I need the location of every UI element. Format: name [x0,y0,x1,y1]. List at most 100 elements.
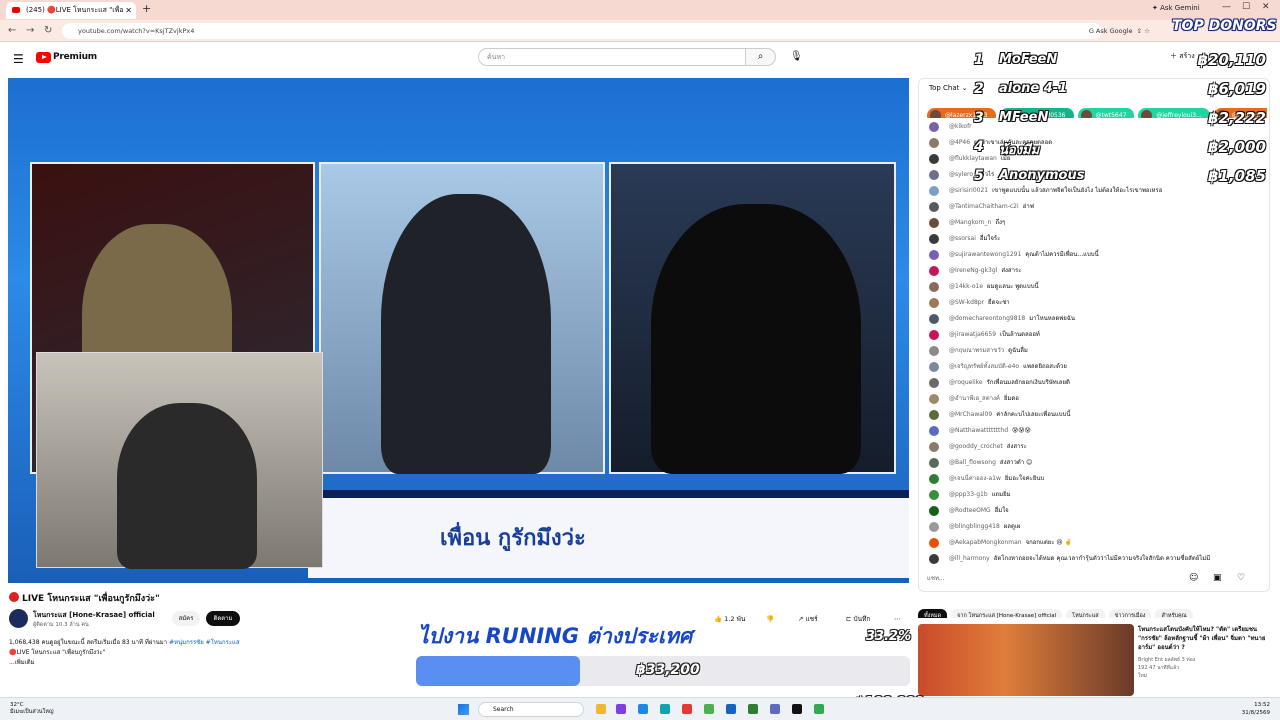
chat-message[interactable]: @Mangkorn_n ถึ่งๆ [929,217,1259,231]
chat-author[interactable]: @14kk-o1e ผมดูแลนะ พูดแบบนี้ [949,281,1039,293]
weather-widget[interactable]: 32°C มีเมฆเป็นส่วนใหญ่ [10,702,54,716]
chat-author[interactable]: @ssorsai อื่มใจร้ะ [949,233,1000,245]
chat-message[interactable]: @เจนนี่ค่าออง-a1w ยิ่มอะใจค่ะยินบ [929,473,1259,487]
chat-avatar[interactable] [929,138,939,148]
save-button[interactable]: ⊏ บันทึก [846,612,870,627]
chat-message[interactable]: @Natthawattttttthd 😰😰😰 [929,425,1259,439]
discord-icon[interactable] [770,704,780,714]
chat-avatar[interactable] [929,186,939,196]
chat-message[interactable]: @ppp33-g1b แถมยิ่ม [929,489,1259,503]
chat-avatar[interactable] [929,218,939,228]
chat-message[interactable]: @roquelike รักเพื่อนมลยักยอกเงินบริษัทเลย… [929,377,1259,391]
chat-author[interactable]: @ppp33-g1b แถมยิ่ม [949,489,1011,501]
search-input[interactable]: ค้นหา [478,48,746,66]
chat-message[interactable]: @Ball_flowsong ส่งสาวดำ 😊 [929,457,1259,471]
channel-avatar[interactable] [9,609,28,628]
edge-icon[interactable] [660,704,670,714]
chat-author[interactable]: @kikofr [949,121,976,133]
chat-avatar[interactable] [929,314,939,324]
chat-message[interactable]: @sujirawantewong1291 คุณด้าไม่ควรมีเพื่อน… [929,249,1259,263]
create-button[interactable]: ＋ สร้าง [1170,51,1195,62]
rec-chip[interactable]: ทั้งหมด [918,609,948,618]
browser-tab[interactable]: (245) 🔴LIVE โหนกระแส "เพื่อ ✕ [6,2,136,19]
chat-avatar[interactable] [929,298,939,308]
new-tab-icon[interactable]: + [142,2,151,15]
chat-author[interactable]: @กฤษณาพรมสาขวัว ดูฉันลื่ม [949,345,1028,357]
close-window-icon[interactable]: ✕ [1262,2,1270,12]
chat-message[interactable]: @กฤษณาพรมสาขวัว ดูฉันลื่ม [929,345,1259,359]
app-icon-3[interactable] [682,704,692,714]
chat-avatar[interactable] [929,122,939,132]
chat-message[interactable]: @AekapabMongkonman จกอกแต่ยะ 😢 ✌️ [929,537,1259,551]
rec-chip[interactable]: ข่าวการเมือง [1108,609,1152,618]
chat-avatar[interactable] [929,362,939,372]
chat-avatar[interactable] [929,346,939,356]
taskbar-search[interactable]: Search [478,702,584,717]
chat-message[interactable]: @SW-kd8pr ยืดจะช่า [929,297,1259,311]
rec-chip[interactable]: จาก โหนกระแส [Hone-Krasae] official [951,609,1063,618]
chat-author[interactable]: @sujirawantewong1291 คุณด้าไม่ควรมีเพื่อน… [949,249,1099,261]
chat-avatar[interactable] [929,330,939,340]
chat-author[interactable]: @อำนาพีเอ_สตางค์ ยิ่มดอ [949,393,1019,405]
chat-author[interactable]: @Natthawattttttthd 😰😰😰 [949,425,1031,437]
chat-author[interactable]: @sirisiri0021 เขาพูดแบบนั้น แล้วสภาพจิตใจ… [949,185,1162,197]
chat-message[interactable]: @IreneNg-gk3gl ส่งสาระ [929,265,1259,279]
url-field[interactable]: youtube.com/watch?v=KsjTZvjkPx4 [62,23,1102,39]
chat-avatar[interactable] [929,170,939,180]
file-explorer-icon[interactable] [596,704,606,714]
chat-avatar[interactable] [929,490,939,500]
forward-icon[interactable]: → [26,25,34,36]
chat-author[interactable]: @เจริญทรัพย์ทั้งสมบัติ-e4o แพล่ดยิถอสะด้ว… [949,361,1067,373]
chat-author[interactable]: @MrChawal09 ค่าลักคะบไปเลยะเพื่อนแบบนี้ [949,409,1071,421]
superchat-icon[interactable]: ▣ [1213,573,1222,583]
chat-avatar[interactable] [929,250,939,260]
chat-author[interactable]: @TantimaChaitham-c2i ฮ่าฟ [949,201,1034,213]
emoji-icon[interactable]: ☺ [1189,573,1198,583]
chat-author[interactable]: @gooddy_crochet ส่งสาระ [949,441,1027,453]
ask-gemini-button[interactable]: ✦ Ask Gemini [1152,4,1200,12]
chat-message[interactable]: @14kk-o1e ผมดูแลนะ พูดแบบนี้ [929,281,1259,295]
chat-avatar[interactable] [929,538,939,548]
chat-author[interactable]: @Ball_flowsong ส่งสาวดำ 😊 [949,457,1032,469]
mic-icon[interactable]: 🎙 [790,51,803,62]
menu-icon[interactable]: ☰ [13,52,24,66]
taskbar-clock[interactable]: 13:52 31/8/2569 [1242,701,1270,717]
chrome-active-icon[interactable] [814,704,824,714]
obs-icon[interactable] [792,704,802,714]
chat-author[interactable]: @sylero แล้วไร [949,169,994,181]
app-icon-5[interactable] [748,704,758,714]
rec-thumbnail[interactable] [918,624,1134,696]
channel-name[interactable]: โหนกระแส [Hone-Krasae] official [33,610,155,621]
chat-message[interactable]: @ssorsai อื่มใจร้ะ [929,233,1259,247]
chat-avatar[interactable] [929,506,939,516]
app-icon-4[interactable] [726,704,736,714]
chat-avatar[interactable] [929,426,939,436]
chat-message[interactable]: @domechareontong9818 มาโหนหลดพ่ยฉัน [929,313,1259,327]
chat-avatar[interactable] [929,410,939,420]
superchat-ticker[interactable]: @lazerzx1763 [927,108,996,118]
superchat-ticker[interactable]: @jeffreyloui3... [1138,108,1210,118]
chat-avatar[interactable] [929,474,939,484]
chat-author[interactable]: @AekapabMongkonman จกอกแต่ยะ 😢 ✌️ [949,537,1072,549]
chat-message[interactable]: @RodteeOMG อื่มใจ [929,505,1259,519]
chat-author[interactable]: @เจนนี่ค่าออง-a1w ยิ่มอะใจค่ะยินบ [949,473,1044,485]
chat-avatar[interactable] [929,458,939,468]
superchat-ticker[interactable]: @twt5647 [1077,108,1135,118]
chat-avatar[interactable] [929,234,939,244]
rec-chip[interactable]: โหนกระแส [1066,609,1105,618]
chat-author[interactable]: @domechareontong9818 มาโหนหลดพ่ยฉัน [949,313,1075,325]
search-icon[interactable]: ⌕ [746,48,776,66]
chat-message[interactable]: @TantimaChaitham-c2i ฮ่าฟ [929,201,1259,215]
minimize-icon[interactable]: — [1222,2,1231,12]
chat-avatar[interactable] [929,282,939,292]
chat-message[interactable]: @sirisiri0021 เขาพูดแบบนั้น แล้วสภาพจิตใจ… [929,185,1259,199]
chat-message[interactable]: @jirawatja6659 เป็นล้านดลออท์ [929,329,1259,343]
rec-title[interactable]: โหนกระแสโดนบังคับให้ไหม? "ดัด" เตรียมชน … [1138,625,1268,652]
chat-avatar[interactable] [929,394,939,404]
chat-message[interactable]: @MrChawal09 ค่าลักคะบไปเลยะเพื่อนแบบนี้ [929,409,1259,423]
chat-author[interactable]: @Mangkorn_n ถึ่งๆ [949,217,1005,229]
back-icon[interactable]: ← [8,25,16,36]
youtube-logo-icon[interactable] [36,52,51,63]
chat-author[interactable]: @SW-kd8pr ยืดจะช่า [949,297,1010,309]
video-player[interactable]: เพื่อน กูรักมึงว่ะ [8,78,909,583]
